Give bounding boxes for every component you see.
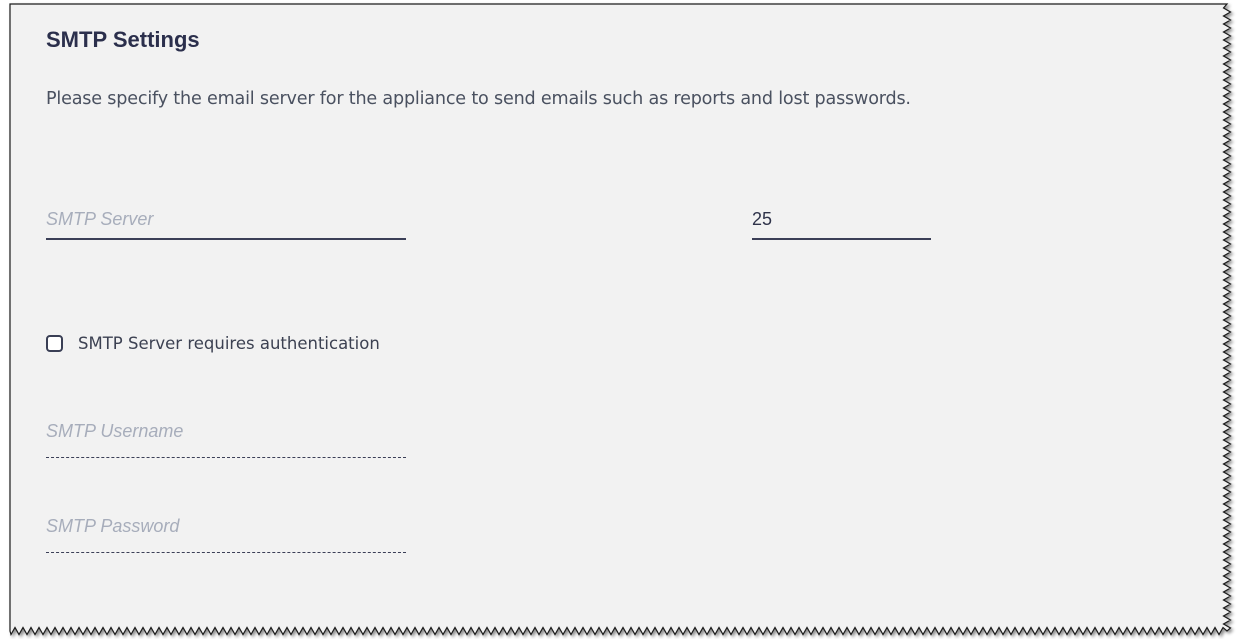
- smtp-port-field[interactable]: [752, 200, 931, 240]
- auth-checkbox-row[interactable]: SMTP Server requires authentication: [46, 334, 380, 353]
- smtp-settings-screenshot: SMTP Settings Please specify the email s…: [0, 0, 1241, 639]
- smtp-password-input[interactable]: [46, 501, 406, 553]
- smtp-port-input[interactable]: [752, 200, 931, 240]
- panel-description: Please specify the email server for the …: [46, 89, 911, 109]
- panel-title: SMTP Settings: [46, 27, 200, 52]
- smtp-username-input[interactable]: [46, 406, 406, 458]
- auth-checkbox[interactable]: [46, 335, 63, 352]
- smtp-password-field[interactable]: [46, 501, 406, 553]
- smtp-username-field[interactable]: [46, 406, 406, 458]
- auth-checkbox-label: SMTP Server requires authentication: [78, 334, 380, 353]
- smtp-server-input[interactable]: [46, 200, 406, 240]
- smtp-server-field[interactable]: [46, 200, 406, 240]
